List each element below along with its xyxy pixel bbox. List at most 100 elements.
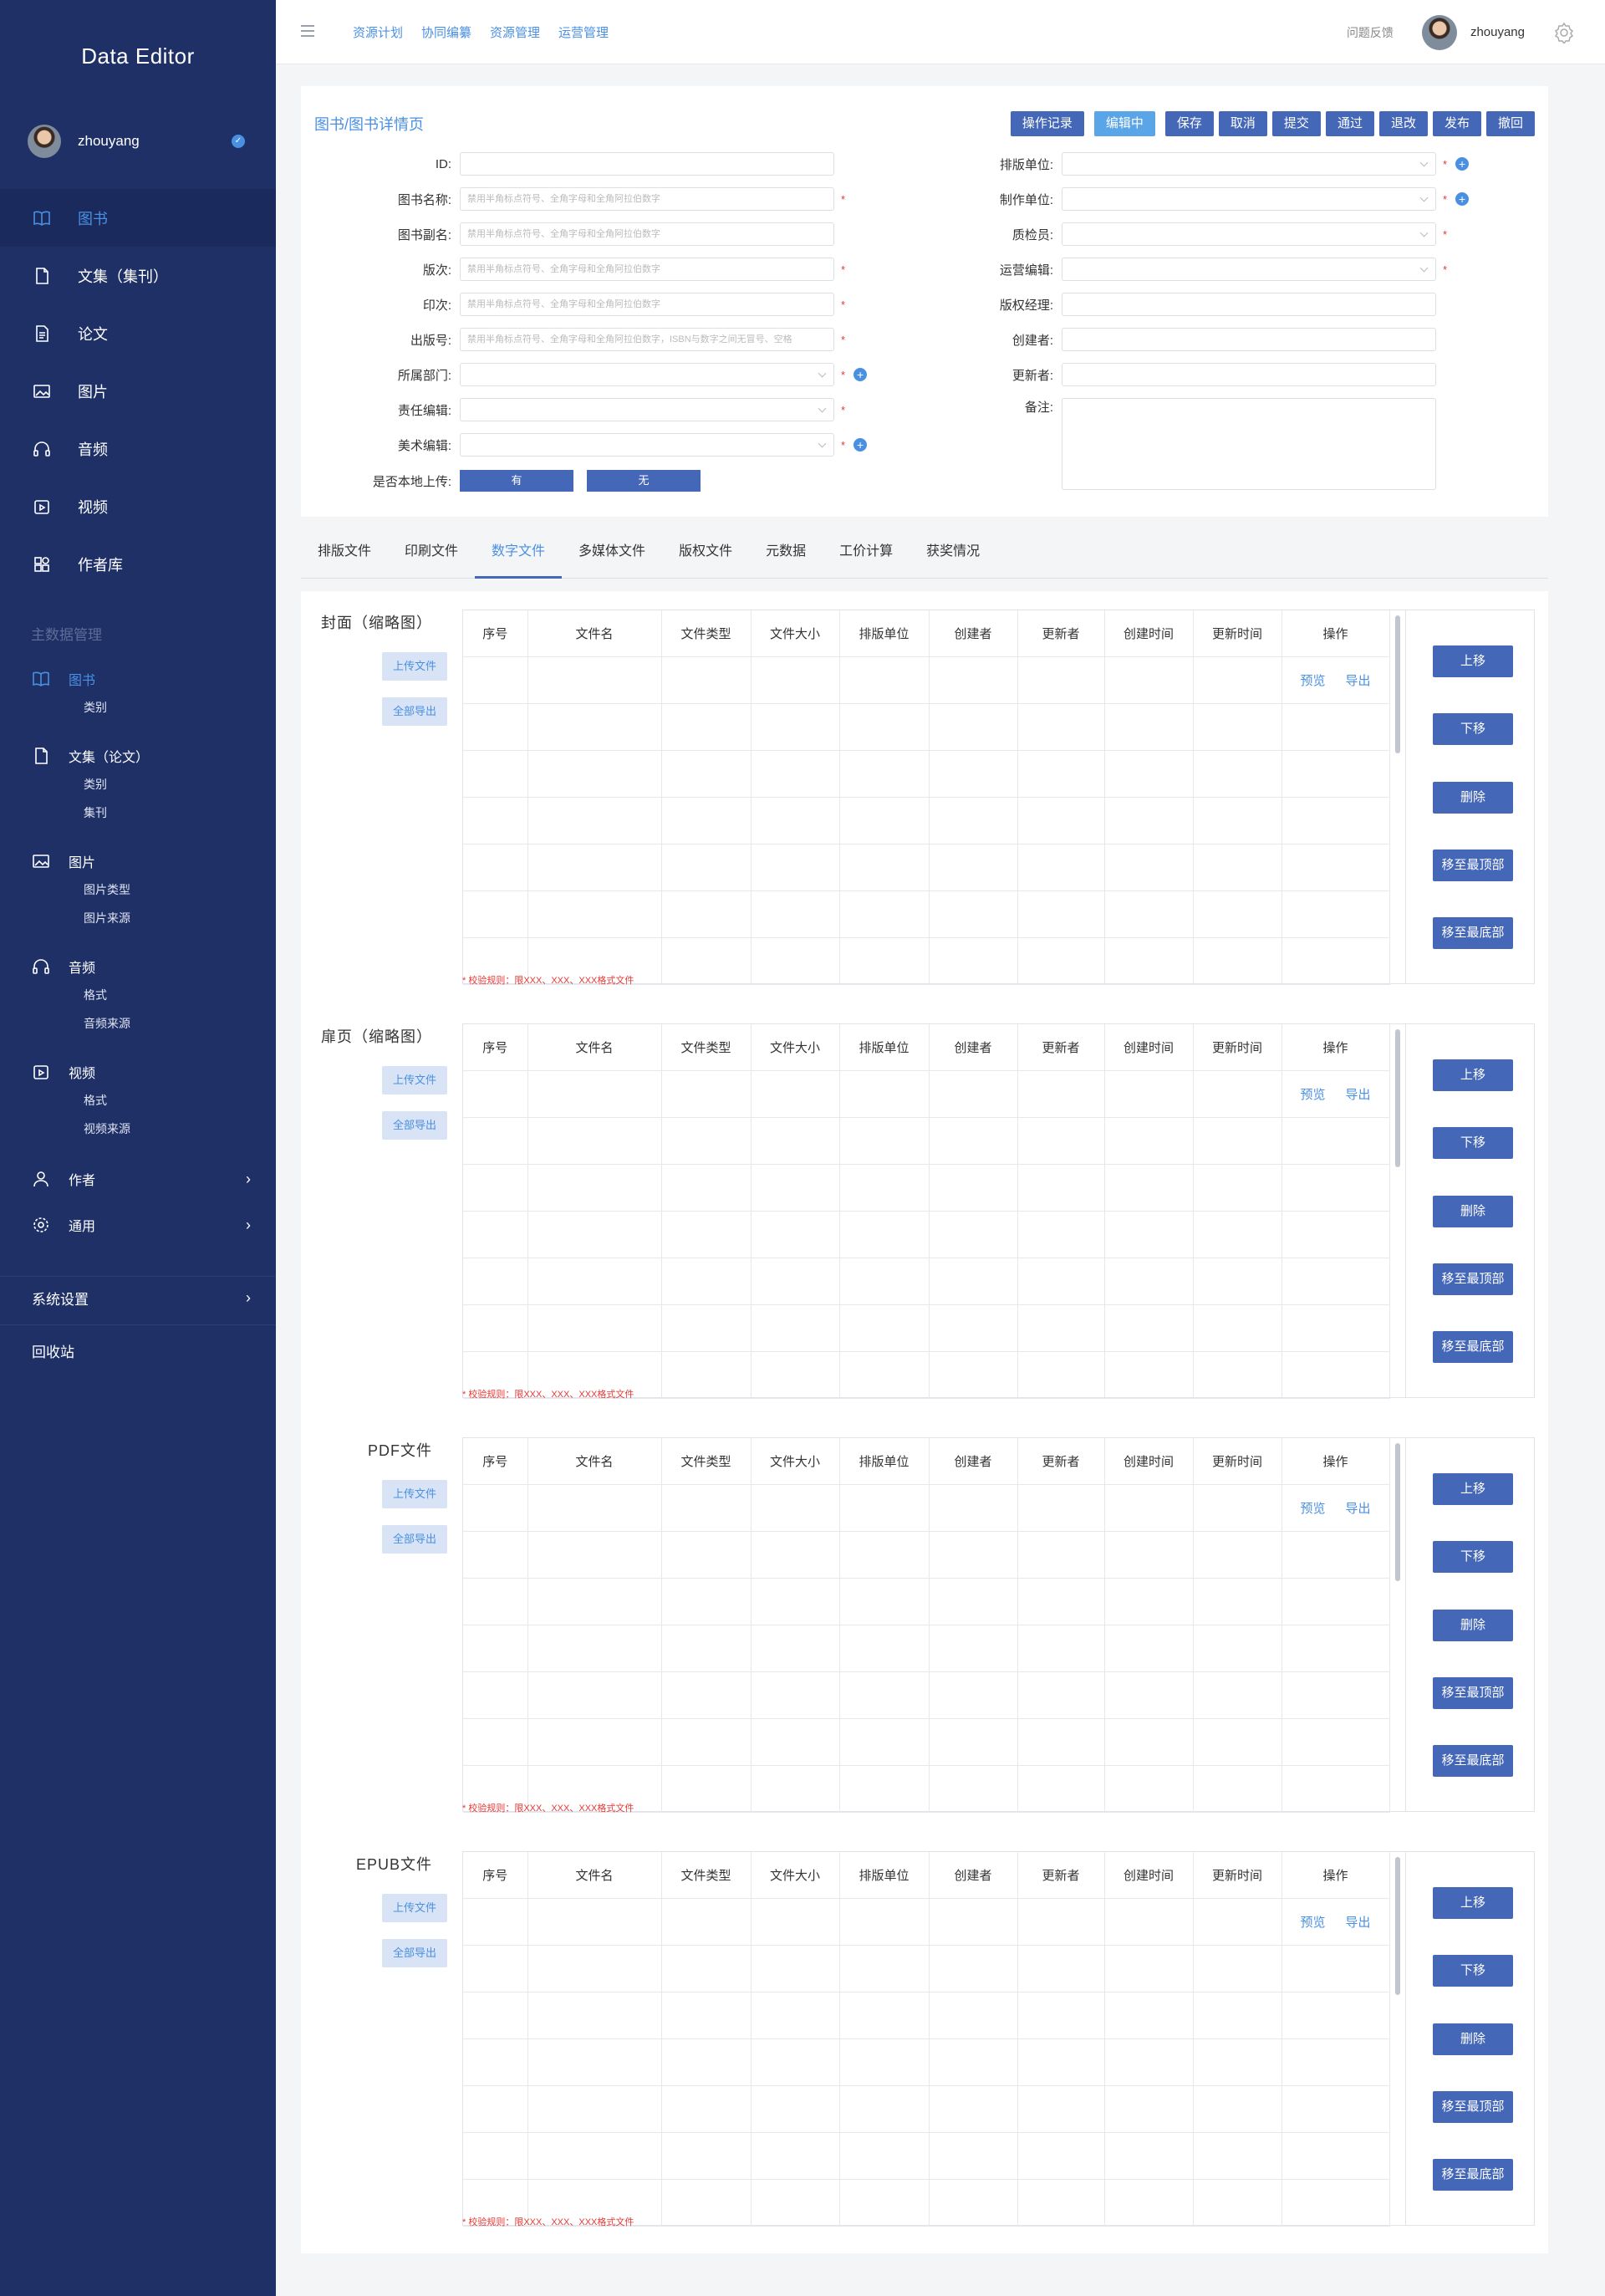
order-button[interactable]: 上移 bbox=[1433, 1887, 1513, 1919]
field-select[interactable] bbox=[1062, 187, 1436, 211]
row-action-link[interactable]: 导出 bbox=[1346, 1088, 1371, 1102]
tab[interactable]: 工价计算 bbox=[823, 530, 910, 579]
field-input[interactable] bbox=[1062, 363, 1436, 386]
field-select[interactable] bbox=[460, 363, 834, 386]
action-button[interactable]: 保存 bbox=[1164, 111, 1214, 136]
master-sub-item[interactable]: 类别 bbox=[0, 693, 276, 722]
upload-file-button[interactable]: 上传文件 bbox=[382, 1894, 447, 1922]
order-button[interactable]: 删除 bbox=[1433, 782, 1513, 814]
action-button[interactable]: 编辑中 bbox=[1093, 111, 1155, 136]
upload-file-button[interactable]: 上传文件 bbox=[382, 1066, 447, 1094]
sidebar-item-4[interactable]: 音频 bbox=[0, 420, 276, 477]
table-scrollbar[interactable] bbox=[1389, 1852, 1406, 2225]
order-button[interactable]: 移至最顶部 bbox=[1433, 850, 1513, 881]
row-action-link[interactable]: 预览 bbox=[1300, 1088, 1325, 1102]
field-input[interactable] bbox=[1062, 293, 1436, 316]
order-button[interactable]: 上移 bbox=[1433, 1473, 1513, 1505]
avatar[interactable] bbox=[1421, 14, 1457, 50]
sidebar-item-recycle-bin[interactable]: 回收站 bbox=[0, 1340, 276, 1364]
field-select[interactable] bbox=[460, 433, 834, 457]
export-all-button[interactable]: 全部导出 bbox=[382, 1111, 447, 1140]
order-button[interactable]: 上移 bbox=[1433, 1059, 1513, 1091]
action-button[interactable]: 通过 bbox=[1325, 111, 1374, 136]
order-button[interactable]: 移至最底部 bbox=[1433, 1745, 1513, 1777]
top-nav-item[interactable]: 资源计划 bbox=[353, 23, 403, 41]
field-input[interactable]: 禁用半角标点符号、全角字母和全角阿拉伯数字 bbox=[460, 187, 834, 211]
row-action-link[interactable]: 导出 bbox=[1346, 1916, 1371, 1930]
remark-textarea[interactable] bbox=[1062, 398, 1436, 490]
master-sub-item[interactable]: 图片来源 bbox=[0, 904, 276, 932]
master-sub-item[interactable]: 类别 bbox=[0, 770, 276, 798]
top-nav-item[interactable]: 协同编纂 bbox=[421, 23, 471, 41]
sidebar-item-3[interactable]: 图片 bbox=[0, 362, 276, 420]
row-action-link[interactable]: 导出 bbox=[1346, 674, 1371, 688]
add-circle-icon[interactable]: + bbox=[1455, 192, 1470, 206]
field-select[interactable] bbox=[460, 398, 834, 421]
top-nav-item[interactable]: 运营管理 bbox=[558, 23, 609, 41]
sidebar-item-6[interactable]: 作者库 bbox=[0, 535, 276, 593]
action-button[interactable]: 提交 bbox=[1271, 111, 1321, 136]
tab[interactable]: 多媒体文件 bbox=[562, 530, 662, 579]
field-input[interactable]: 禁用半角标点符号、全角字母和全角阿拉伯数字 bbox=[460, 293, 834, 316]
export-all-button[interactable]: 全部导出 bbox=[382, 1525, 447, 1554]
order-button[interactable]: 下移 bbox=[1433, 713, 1513, 745]
order-button[interactable]: 删除 bbox=[1433, 2023, 1513, 2055]
table-scrollbar[interactable] bbox=[1389, 610, 1406, 983]
order-button[interactable]: 移至最顶部 bbox=[1433, 2091, 1513, 2123]
field-select[interactable] bbox=[1062, 222, 1436, 246]
master-item-0[interactable]: 图书 bbox=[0, 665, 276, 693]
upload-no-button[interactable]: 无 bbox=[587, 470, 701, 492]
field-input[interactable] bbox=[460, 152, 834, 176]
upload-yes-button[interactable]: 有 bbox=[460, 470, 573, 492]
master-sub-item[interactable]: 图片类型 bbox=[0, 875, 276, 904]
master-item-1[interactable]: 文集（论文） bbox=[0, 742, 276, 770]
settings-gear-icon[interactable] bbox=[1553, 22, 1575, 44]
order-button[interactable]: 移至最底部 bbox=[1433, 1331, 1513, 1363]
field-input[interactable]: 禁用半角标点符号、全角字母和全角阿拉伯数字 bbox=[460, 222, 834, 246]
sidebar-item-1[interactable]: 文集（集刊） bbox=[0, 247, 276, 304]
row-action-link[interactable]: 预览 bbox=[1300, 1502, 1325, 1516]
row-action-link[interactable]: 导出 bbox=[1346, 1502, 1371, 1516]
action-button[interactable]: 撤回 bbox=[1485, 111, 1535, 136]
tab[interactable]: 获奖情况 bbox=[910, 530, 996, 579]
master-sub-item[interactable]: 音频来源 bbox=[0, 1009, 276, 1038]
order-button[interactable]: 下移 bbox=[1433, 1541, 1513, 1573]
order-button[interactable]: 移至最底部 bbox=[1433, 917, 1513, 949]
tab[interactable]: 印刷文件 bbox=[388, 530, 475, 579]
table-scrollbar[interactable] bbox=[1389, 1438, 1406, 1811]
upload-file-button[interactable]: 上传文件 bbox=[382, 1480, 447, 1508]
tab[interactable]: 数字文件 bbox=[475, 530, 563, 579]
scrollbar-thumb[interactable] bbox=[1395, 1443, 1400, 1581]
tab[interactable]: 排版文件 bbox=[301, 530, 388, 579]
menu-icon[interactable] bbox=[301, 25, 314, 40]
add-circle-icon[interactable]: + bbox=[853, 368, 868, 381]
add-circle-icon[interactable]: + bbox=[853, 438, 868, 452]
field-input[interactable] bbox=[1062, 328, 1436, 351]
action-button[interactable]: 取消 bbox=[1218, 111, 1267, 136]
order-button[interactable]: 删除 bbox=[1433, 1610, 1513, 1641]
upload-file-button[interactable]: 上传文件 bbox=[382, 652, 447, 681]
field-select[interactable] bbox=[1062, 258, 1436, 281]
tab[interactable]: 元数据 bbox=[749, 530, 823, 579]
master-item-4[interactable]: 视频 bbox=[0, 1058, 276, 1086]
feedback-link[interactable]: 问题反馈 bbox=[1347, 24, 1394, 41]
sidebar-item-system-settings[interactable]: 系统设置 › bbox=[0, 1288, 276, 1311]
master-sub-item[interactable]: 格式 bbox=[0, 981, 276, 1009]
scrollbar-thumb[interactable] bbox=[1395, 615, 1400, 753]
order-button[interactable]: 下移 bbox=[1433, 1127, 1513, 1159]
master-sub-item[interactable]: 格式 bbox=[0, 1086, 276, 1115]
user-name[interactable]: zhouyang bbox=[1470, 25, 1525, 39]
order-button[interactable]: 下移 bbox=[1433, 1955, 1513, 1987]
sidebar-item-0[interactable]: 图书 bbox=[0, 189, 276, 247]
sidebar-item-author[interactable]: 作者 › bbox=[0, 1165, 276, 1193]
order-button[interactable]: 移至最顶部 bbox=[1433, 1263, 1513, 1295]
sidebar-item-2[interactable]: 论文 bbox=[0, 304, 276, 362]
table-scrollbar[interactable] bbox=[1389, 1024, 1406, 1397]
field-input[interactable]: 禁用半角标点符号、全角字母和全角阿拉伯数字 bbox=[460, 258, 834, 281]
master-item-2[interactable]: 图片 bbox=[0, 847, 276, 875]
action-button[interactable]: 退改 bbox=[1378, 111, 1428, 136]
field-select[interactable] bbox=[1062, 152, 1436, 176]
action-button[interactable]: 发布 bbox=[1432, 111, 1481, 136]
top-nav-item[interactable]: 资源管理 bbox=[490, 23, 540, 41]
sidebar-item-5[interactable]: 视频 bbox=[0, 477, 276, 535]
